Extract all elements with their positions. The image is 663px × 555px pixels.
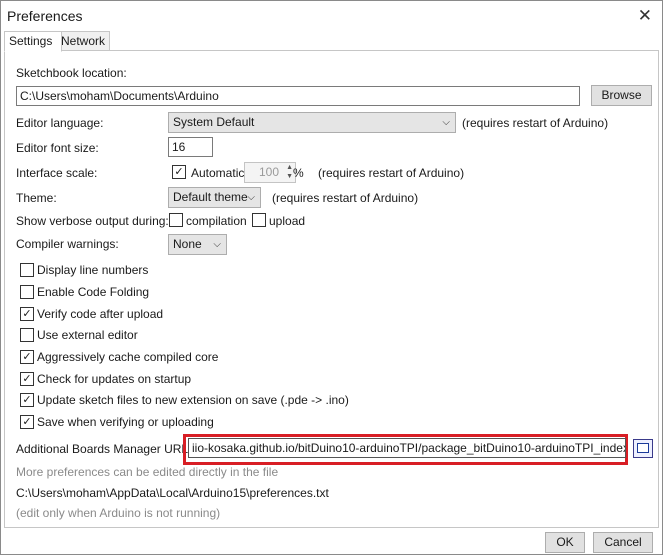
chevron-down-icon: ⌵ <box>213 239 221 250</box>
url-list-icon[interactable] <box>633 439 653 458</box>
ok-button[interactable]: OK <box>545 532 585 553</box>
browse-button[interactable]: Browse <box>591 85 652 106</box>
verbose-label: Show verbose output during: <box>16 214 169 228</box>
editor-language-label: Editor language: <box>16 116 104 130</box>
code-folding-checkbox[interactable] <box>20 285 34 299</box>
compiler-warnings-label: Compiler warnings: <box>16 237 119 251</box>
save-verify-label: Save when verifying or uploading <box>37 415 214 429</box>
theme-select[interactable]: Default theme ⌵ <box>168 187 261 208</box>
interface-scale-label: Interface scale: <box>16 166 98 180</box>
sketchbook-input[interactable]: C:\Users\moham\Documents\Arduino <box>16 86 580 106</box>
title-bar: Preferences ✕ <box>1 1 662 31</box>
editor-language-note: (requires restart of Arduino) <box>462 116 609 130</box>
boards-url-input[interactable]: iio-kosaka.github.io/bitDuino10-arduinoT… <box>188 438 626 458</box>
close-icon[interactable]: ✕ <box>638 6 652 26</box>
upload-checkbox[interactable] <box>252 213 266 227</box>
code-folding-label: Enable Code Folding <box>37 285 150 299</box>
interface-scale-unit: % <box>293 166 304 180</box>
verify-upload-checkbox[interactable]: ✓ <box>20 307 34 321</box>
automatic-label: Automatic <box>191 166 245 180</box>
compilation-label: compilation <box>186 214 247 228</box>
window-title: Preferences <box>7 8 83 24</box>
spin-down-icon[interactable]: ▼ <box>286 172 293 181</box>
update-extension-checkbox[interactable]: ✓ <box>20 393 34 407</box>
edit-note: (edit only when Arduino is not running) <box>16 506 221 520</box>
display-line-numbers-checkbox[interactable] <box>20 263 34 277</box>
chevron-down-icon: ⌵ <box>442 117 450 128</box>
compiler-warnings-value: None <box>173 237 202 251</box>
verify-upload-label: Verify code after upload <box>37 307 164 321</box>
external-editor-label: Use external editor <box>37 328 138 342</box>
save-verify-checkbox[interactable]: ✓ <box>20 415 34 429</box>
theme-value: Default theme <box>173 190 248 204</box>
check-updates-checkbox[interactable]: ✓ <box>20 372 34 386</box>
preferences-window: Preferences ✕ Settings Network Sketchboo… <box>0 0 663 555</box>
update-extension-label: Update sketch files to new extension on … <box>37 393 349 407</box>
interface-scale-value: 100 <box>258 165 279 179</box>
spin-up-icon[interactable]: ▲ <box>286 163 293 172</box>
interface-scale-spinner[interactable]: 100 ▲ ▼ <box>244 162 296 183</box>
editor-language-select[interactable]: System Default ⌵ <box>168 112 456 133</box>
automatic-checkbox[interactable]: ✓ <box>172 165 186 179</box>
more-prefs-text: More preferences can be edited directly … <box>16 465 279 479</box>
compilation-checkbox[interactable] <box>169 213 183 227</box>
font-size-input[interactable]: 16 <box>168 137 213 157</box>
prefs-path: C:\Users\moham\AppData\Local\Arduino15\p… <box>16 486 329 500</box>
theme-label: Theme: <box>16 191 57 205</box>
interface-scale-note: (requires restart of Arduino) <box>318 166 465 180</box>
editor-language-value: System Default <box>173 115 255 129</box>
sketchbook-label: Sketchbook location: <box>16 66 127 80</box>
upload-label: upload <box>269 214 306 228</box>
check-updates-label: Check for updates on startup <box>37 372 192 386</box>
font-size-label: Editor font size: <box>16 141 99 155</box>
settings-panel: Sketchbook location: C:\Users\moham\Docu… <box>4 50 659 528</box>
chevron-down-icon: ⌵ <box>247 192 255 203</box>
tab-settings[interactable]: Settings <box>4 31 62 52</box>
external-editor-checkbox[interactable] <box>20 328 34 342</box>
theme-note: (requires restart of Arduino) <box>272 191 419 205</box>
tab-network[interactable]: Network <box>56 31 110 51</box>
cache-core-checkbox[interactable]: ✓ <box>20 350 34 364</box>
display-line-numbers-label: Display line numbers <box>37 263 149 277</box>
cancel-button[interactable]: Cancel <box>593 532 653 553</box>
compiler-warnings-select[interactable]: None ⌵ <box>168 234 227 255</box>
boards-url-label: Additional Boards Manager URLs: <box>16 442 198 456</box>
cache-core-label: Aggressively cache compiled core <box>37 350 219 364</box>
